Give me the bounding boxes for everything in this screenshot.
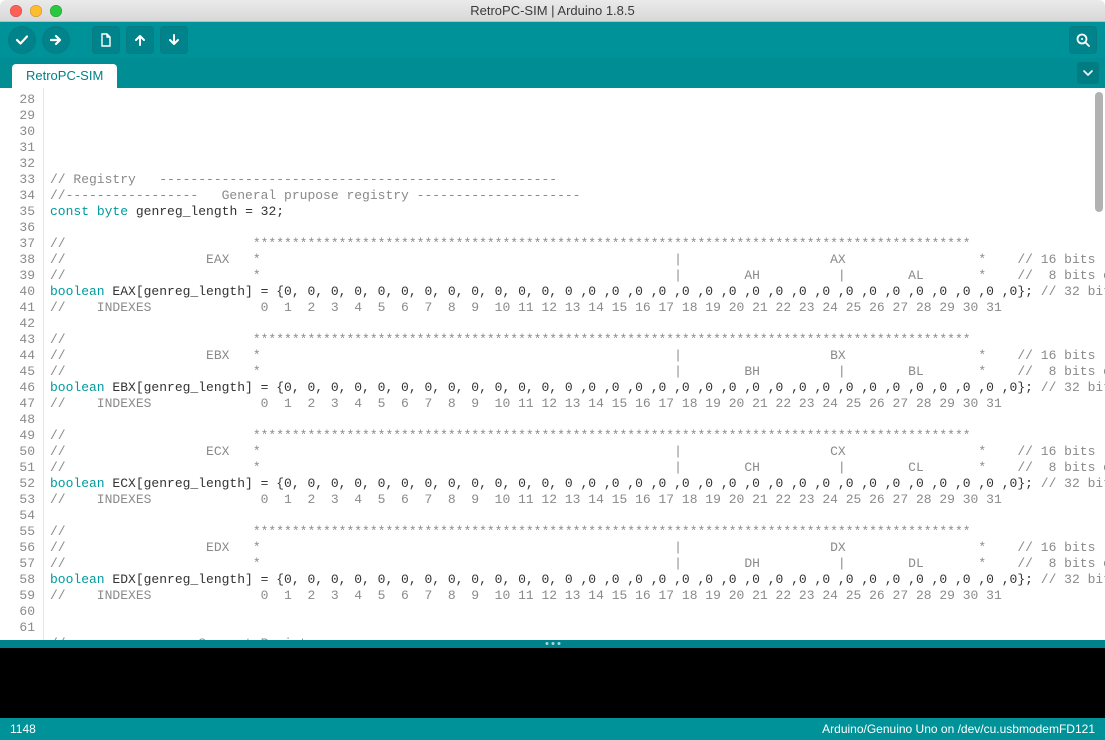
line-number: 42 [0,316,35,332]
scrollbar-thumb[interactable] [1095,92,1103,212]
app-window: RetroPC-SIM | Arduino 1.8.5 RetroPC-SIM [0,0,1105,740]
upload-button[interactable] [42,26,70,54]
line-number: 53 [0,492,35,508]
line-number: 41 [0,300,35,316]
code-line[interactable]: boolean EBX[genreg_length] = {0, 0, 0, 0… [50,380,1105,396]
arrow-right-icon [49,33,63,47]
code-line[interactable]: // *************************************… [50,236,1105,252]
check-icon [15,33,29,47]
verify-button[interactable] [8,26,36,54]
code-line[interactable]: // Registry ----------------------------… [50,172,1105,188]
line-number: 44 [0,348,35,364]
code-line[interactable] [50,508,1105,524]
line-number: 45 [0,364,35,380]
line-number: 56 [0,540,35,556]
code-line[interactable]: boolean EDX[genreg_length] = {0, 0, 0, 0… [50,572,1105,588]
line-number: 32 [0,156,35,172]
line-number-gutter: 2829303132333435363738394041424344454647… [0,88,44,640]
line-number: 37 [0,236,35,252]
line-number: 55 [0,524,35,540]
line-number: 28 [0,92,35,108]
code-line[interactable]: // *************************************… [50,428,1105,444]
code-line[interactable] [50,620,1105,636]
file-icon [99,33,113,47]
line-number: 34 [0,188,35,204]
code-line[interactable]: boolean ECX[genreg_length] = {0, 0, 0, 0… [50,476,1105,492]
line-number: 29 [0,108,35,124]
code-line[interactable]: // *************************************… [50,332,1105,348]
code-line[interactable]: // * | BH | BL * // 8 bits c/u [50,364,1105,380]
code-line[interactable] [50,124,1105,140]
status-board-port: Arduino/Genuino Uno on /dev/cu.usbmodemF… [822,722,1095,736]
open-button[interactable] [126,26,154,54]
code-line[interactable]: // EDX * | DX * // 16 bits [50,540,1105,556]
chevron-down-icon [1082,67,1094,79]
window-title: RetroPC-SIM | Arduino 1.8.5 [0,3,1105,18]
line-number: 47 [0,396,35,412]
status-line-number: 1148 [10,722,36,736]
line-number: 46 [0,380,35,396]
code-line[interactable] [50,412,1105,428]
line-number: 48 [0,412,35,428]
tab-bar: RetroPC-SIM [0,58,1105,88]
line-number: 40 [0,284,35,300]
editor[interactable]: 2829303132333435363738394041424344454647… [0,88,1105,640]
code-line[interactable] [50,140,1105,156]
arrow-up-icon [133,33,147,47]
code-line[interactable]: // EBX * | BX * // 16 bits [50,348,1105,364]
line-number: 33 [0,172,35,188]
line-number: 36 [0,220,35,236]
titlebar: RetroPC-SIM | Arduino 1.8.5 [0,0,1105,22]
line-number: 54 [0,508,35,524]
code-line[interactable] [50,316,1105,332]
line-number: 51 [0,460,35,476]
code-line[interactable]: // INDEXES 0 1 2 3 4 5 6 7 8 9 10 11 12 … [50,492,1105,508]
serial-monitor-icon [1075,32,1091,48]
console-resize-handle[interactable] [0,640,1105,648]
arrow-down-icon [167,33,181,47]
code-line[interactable]: boolean EAX[genreg_length] = {0, 0, 0, 0… [50,284,1105,300]
status-bar: 1148 Arduino/Genuino Uno on /dev/cu.usbm… [0,718,1105,740]
code-line[interactable] [50,220,1105,236]
code-line[interactable]: //----------------- General prupose regi… [50,188,1105,204]
code-line[interactable]: // EAX * | AX * // 16 bits [50,252,1105,268]
line-number: 31 [0,140,35,156]
line-number: 43 [0,332,35,348]
line-number: 39 [0,268,35,284]
code-line[interactable]: // ECX * | CX * // 16 bits [50,444,1105,460]
line-number: 38 [0,252,35,268]
serial-monitor-button[interactable] [1069,26,1097,54]
line-number: 60 [0,604,35,620]
code-line[interactable]: // INDEXES 0 1 2 3 4 5 6 7 8 9 10 11 12 … [50,588,1105,604]
line-number: 58 [0,572,35,588]
console-output[interactable] [0,648,1105,718]
code-line[interactable]: // * | CH | CL * // 8 bits c/u [50,460,1105,476]
line-number: 49 [0,428,35,444]
line-number: 57 [0,556,35,572]
new-button[interactable] [92,26,120,54]
line-number: 50 [0,444,35,460]
line-number: 35 [0,204,35,220]
code-line[interactable] [50,604,1105,620]
grip-dots-icon [545,642,560,645]
code-line[interactable]: // * | AH | AL * // 8 bits c/u [50,268,1105,284]
line-number: 61 [0,620,35,636]
line-number: 52 [0,476,35,492]
code-line[interactable]: // INDEXES 0 1 2 3 4 5 6 7 8 9 10 11 12 … [50,396,1105,412]
tab-retropc-sim[interactable]: RetroPC-SIM [12,64,117,88]
toolbar [0,22,1105,58]
code-line[interactable]: // *************************************… [50,524,1105,540]
code-line[interactable]: const byte genreg_length = 32; [50,204,1105,220]
line-number: 30 [0,124,35,140]
save-button[interactable] [160,26,188,54]
code-line[interactable]: // INDEXES 0 1 2 3 4 5 6 7 8 9 10 11 12 … [50,300,1105,316]
tabs-dropdown-button[interactable] [1077,62,1099,84]
code-area[interactable]: // Registry ----------------------------… [44,88,1105,640]
code-line[interactable]: // * | DH | DL * // 8 bits c/u [50,556,1105,572]
code-line[interactable] [50,156,1105,172]
line-number: 59 [0,588,35,604]
